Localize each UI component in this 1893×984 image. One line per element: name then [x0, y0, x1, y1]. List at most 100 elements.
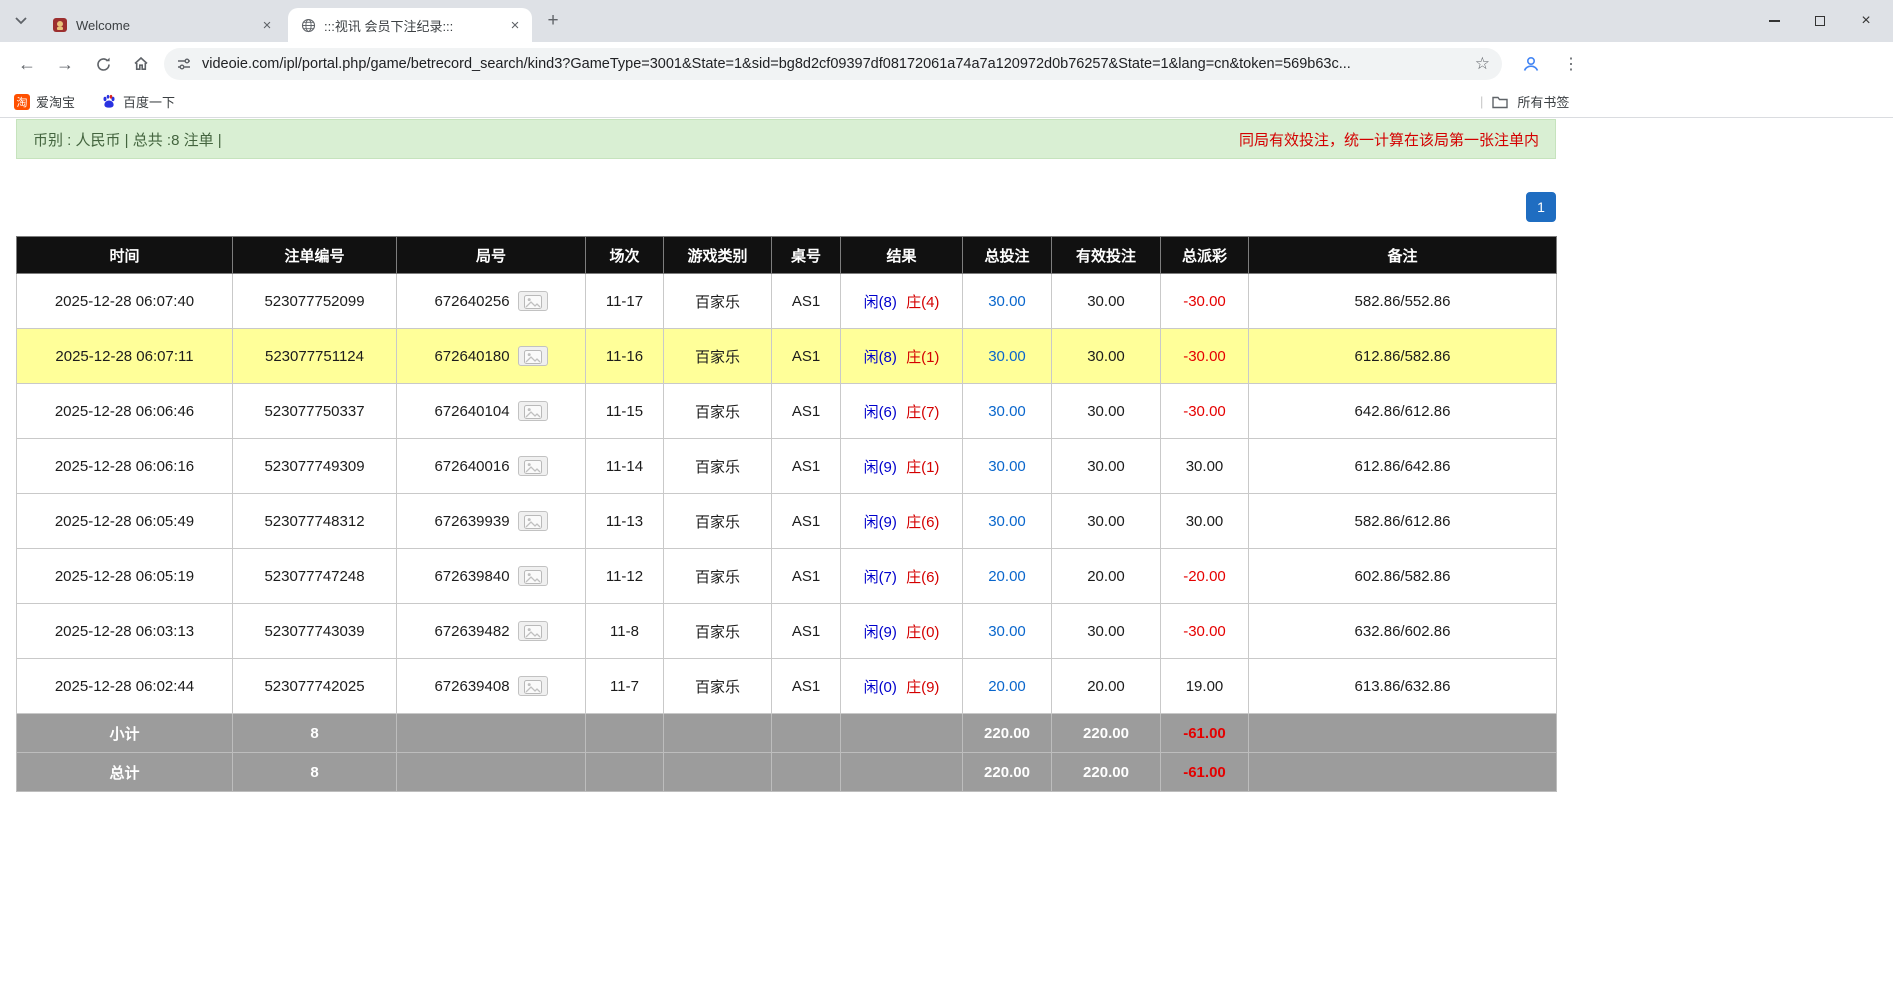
cell-round: 672640016 — [397, 439, 586, 494]
round-number: 672640180 — [434, 348, 509, 365]
cell-total-bet[interactable]: 30.00 — [963, 494, 1052, 549]
summary-label: 总计 — [17, 753, 233, 792]
cell-game-type: 百家乐 — [664, 329, 772, 384]
bet-table-body: 2025-12-28 06:07:40 523077752099 6726402… — [17, 274, 1557, 714]
chevron-down-icon — [15, 17, 27, 25]
table-row[interactable]: 2025-12-28 06:06:46 523077750337 6726401… — [17, 384, 1557, 439]
table-row[interactable]: 2025-12-28 06:07:11 523077751124 6726401… — [17, 329, 1557, 384]
cell-total-bet[interactable]: 30.00 — [963, 274, 1052, 329]
cell-total-bet[interactable]: 30.00 — [963, 329, 1052, 384]
video-replay-button[interactable] — [518, 456, 548, 476]
tab-close-icon[interactable]: × — [258, 16, 276, 34]
table-row[interactable]: 2025-12-28 06:03:13 523077743039 6726394… — [17, 604, 1557, 659]
cell-valid-bet: 30.00 — [1052, 494, 1161, 549]
cell-valid-bet: 20.00 — [1052, 549, 1161, 604]
column-header: 有效投注 — [1052, 237, 1161, 274]
summary-valid-bet: 220.00 — [1052, 714, 1161, 753]
cell-valid-bet: 30.00 — [1052, 604, 1161, 659]
summary-count: 8 — [233, 753, 397, 792]
result-player: 闲(9) — [864, 624, 897, 641]
window-close-button[interactable]: × — [1843, 0, 1889, 42]
column-header: 桌号 — [772, 237, 841, 274]
summary-row: 总计 8 220.00 220.00 -61.00 — [17, 753, 1557, 792]
cell-payout: 19.00 — [1161, 659, 1249, 714]
cell-game-type: 百家乐 — [664, 439, 772, 494]
cell-game-type: 百家乐 — [664, 274, 772, 329]
table-row[interactable]: 2025-12-28 06:05:49 523077748312 6726399… — [17, 494, 1557, 549]
url-bar[interactable]: videoie.com/ipl/portal.php/game/betrecor… — [164, 48, 1502, 80]
cell-session: 11-16 — [586, 329, 664, 384]
summary-valid-bet: 220.00 — [1052, 753, 1161, 792]
video-replay-icon — [524, 515, 542, 529]
reload-button[interactable] — [88, 49, 118, 79]
tab-close-icon[interactable]: × — [506, 16, 524, 34]
cell-total-bet[interactable]: 20.00 — [963, 549, 1052, 604]
browser-menu-button[interactable]: ⋮ — [1556, 49, 1586, 79]
bookmark-baidu[interactable]: 百度一下 — [101, 92, 175, 111]
cell-time: 2025-12-28 06:02:44 — [17, 659, 233, 714]
page-1-button[interactable]: 1 — [1526, 192, 1556, 222]
window-minimize-button[interactable] — [1751, 0, 1797, 42]
browser-tab-bet-records[interactable]: :::视讯 会员下注纪录::: × — [288, 8, 532, 42]
tab-search-button[interactable] — [8, 8, 34, 34]
video-replay-button[interactable] — [518, 566, 548, 586]
forward-button[interactable]: → — [50, 49, 80, 79]
cell-time: 2025-12-28 06:05:19 — [17, 549, 233, 604]
table-row[interactable]: 2025-12-28 06:06:16 523077749309 6726400… — [17, 439, 1557, 494]
cell-total-bet[interactable]: 30.00 — [963, 384, 1052, 439]
cell-round: 672640104 — [397, 384, 586, 439]
table-row[interactable]: 2025-12-28 06:02:44 523077742025 6726394… — [17, 659, 1557, 714]
video-replay-button[interactable] — [518, 621, 548, 641]
video-replay-button[interactable] — [518, 346, 548, 366]
summary-label: 小计 — [17, 714, 233, 753]
video-replay-button[interactable] — [518, 401, 548, 421]
profile-button[interactable] — [1516, 49, 1546, 79]
result-banker: 庄(1) — [906, 459, 939, 476]
table-row[interactable]: 2025-12-28 06:05:19 523077747248 6726398… — [17, 549, 1557, 604]
home-button[interactable] — [126, 49, 156, 79]
cell-result: 闲(7) 庄(6) — [841, 549, 963, 604]
summary-empty — [397, 753, 586, 792]
video-replay-icon — [524, 460, 542, 474]
video-replay-button[interactable] — [518, 676, 548, 696]
bet-notice: 同局有效投注，统一计算在该局第一张注单内 — [1239, 129, 1539, 150]
video-replay-button[interactable] — [518, 291, 548, 311]
video-replay-button[interactable] — [518, 511, 548, 531]
bookmark-taobao[interactable]: 淘 爱淘宝 — [14, 92, 75, 111]
cell-session: 11-7 — [586, 659, 664, 714]
cell-payout: 30.00 — [1161, 439, 1249, 494]
cell-session: 11-14 — [586, 439, 664, 494]
new-tab-button[interactable]: + — [540, 8, 566, 34]
bookmark-star-icon[interactable]: ☆ — [1475, 54, 1490, 74]
bet-table-footer: 小计 8 220.00 220.00 -61.00 总计 8 220.00 22… — [17, 714, 1557, 792]
round-number: 672640256 — [434, 293, 509, 310]
cell-valid-bet: 30.00 — [1052, 274, 1161, 329]
column-header: 备注 — [1249, 237, 1557, 274]
baidu-icon — [101, 94, 117, 110]
column-header: 游戏类别 — [664, 237, 772, 274]
result-player: 闲(8) — [864, 294, 897, 311]
cell-payout: -20.00 — [1161, 549, 1249, 604]
bookmark-label: 爱淘宝 — [36, 92, 75, 111]
back-button[interactable]: ← — [12, 49, 42, 79]
cell-round: 672639408 — [397, 659, 586, 714]
table-row[interactable]: 2025-12-28 06:07:40 523077752099 6726402… — [17, 274, 1557, 329]
cell-valid-bet: 30.00 — [1052, 439, 1161, 494]
divider: | — [1480, 94, 1483, 109]
cell-round: 672639840 — [397, 549, 586, 604]
cell-payout: 30.00 — [1161, 494, 1249, 549]
cell-payout: -30.00 — [1161, 274, 1249, 329]
window-maximize-button[interactable] — [1797, 0, 1843, 42]
cell-total-bet[interactable]: 20.00 — [963, 659, 1052, 714]
browser-tab-welcome[interactable]: Welcome × — [40, 8, 284, 42]
url-text[interactable]: videoie.com/ipl/portal.php/game/betrecor… — [202, 56, 1465, 72]
cell-game-type: 百家乐 — [664, 604, 772, 659]
cell-total-bet[interactable]: 30.00 — [963, 604, 1052, 659]
summary-empty — [841, 714, 963, 753]
window-controls: × — [1751, 0, 1889, 42]
cell-session: 11-12 — [586, 549, 664, 604]
result-player: 闲(9) — [864, 459, 897, 476]
cell-note: 613.86/632.86 — [1249, 659, 1557, 714]
cell-total-bet[interactable]: 30.00 — [963, 439, 1052, 494]
all-bookmarks[interactable]: | 所有书签 — [1480, 92, 1569, 111]
